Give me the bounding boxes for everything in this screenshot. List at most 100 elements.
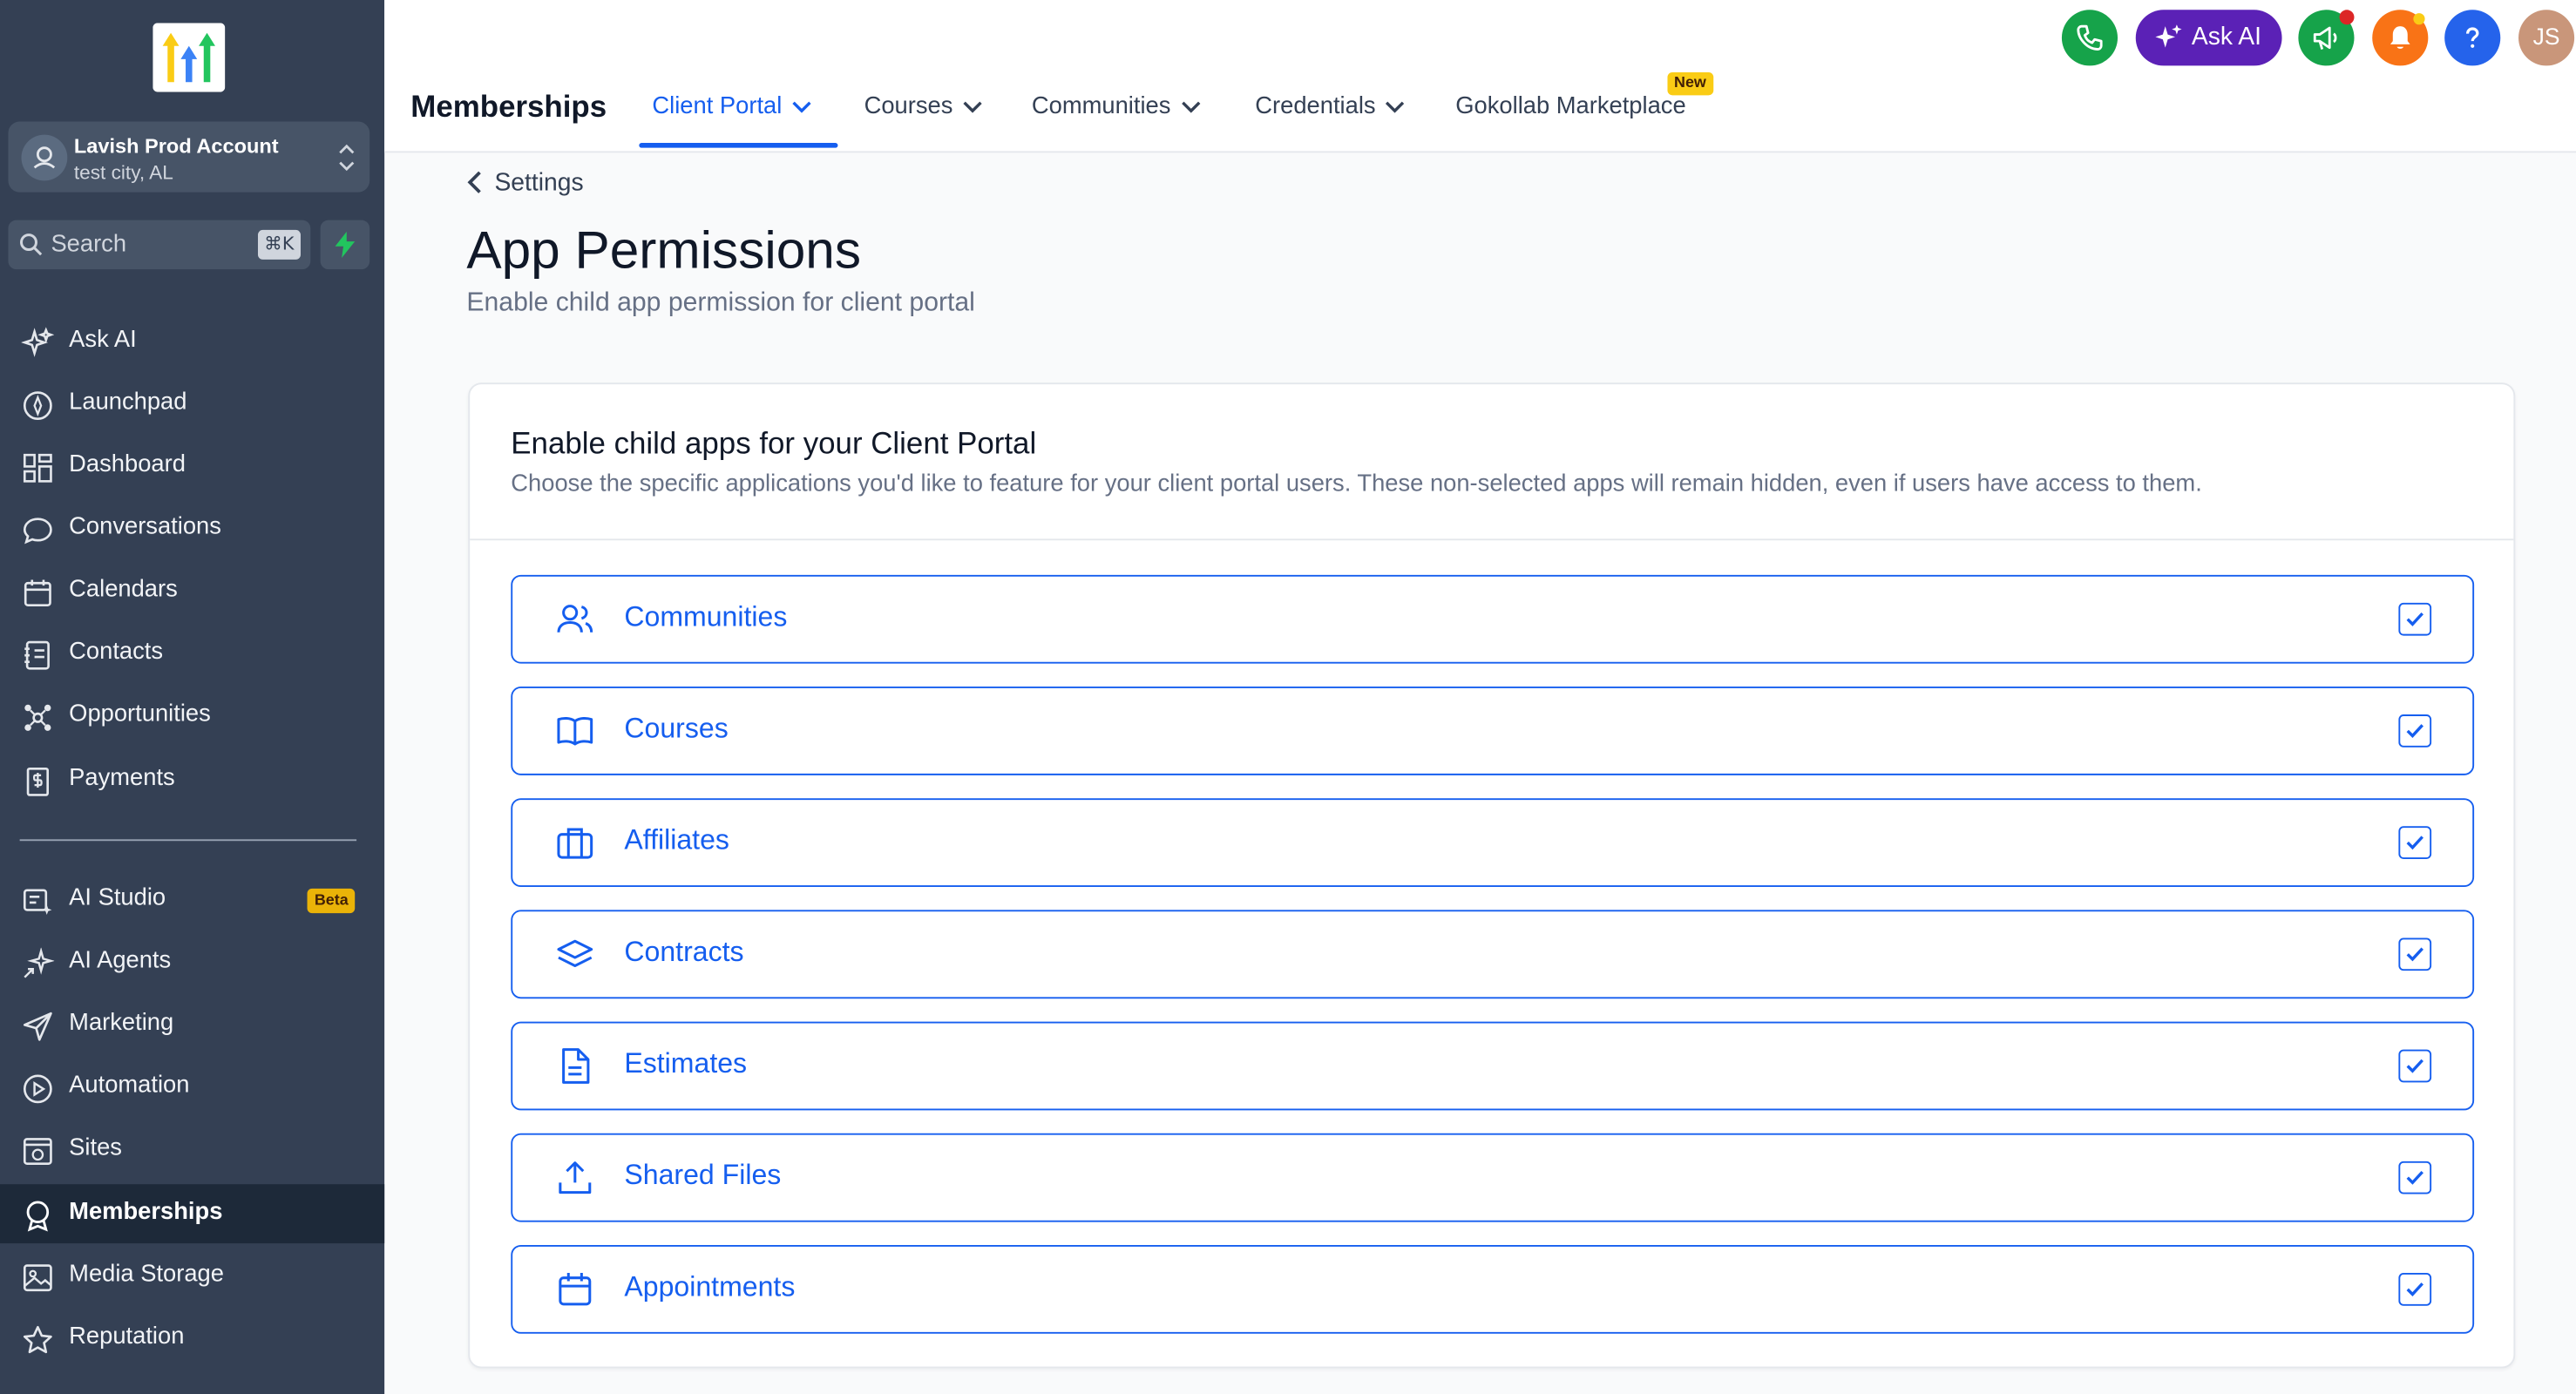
notification-dot	[2413, 13, 2425, 25]
chevron-updown-icon	[339, 144, 355, 172]
page-title: App Permissions	[466, 220, 862, 280]
app-row-appointments[interactable]: Appointments	[511, 1244, 2475, 1334]
sidebar-item-label: Payments	[69, 765, 175, 792]
chevron-down-icon	[963, 101, 982, 113]
account-name: Lavish Prod Account	[73, 134, 279, 158]
badge-icon	[26, 1201, 50, 1232]
check-icon	[2406, 1170, 2423, 1185]
sidebar-item-automation[interactable]: Automation	[0, 1058, 384, 1117]
app-label: Affiliates	[624, 824, 729, 856]
sidebar-item-label: Opportunities	[69, 700, 211, 728]
tab-credentials[interactable]: Credentials	[1255, 93, 1405, 126]
help-button[interactable]	[2444, 10, 2501, 66]
app-checkbox[interactable]	[2398, 714, 2432, 748]
child-apps-card: Enable child apps for your Client Portal…	[468, 382, 2516, 1369]
sidebar-search[interactable]: ⌘K	[8, 220, 311, 270]
sidebar-item-label: Dashboard	[69, 451, 186, 478]
tab-label: Communities	[1031, 93, 1171, 120]
search-input[interactable]	[51, 227, 248, 263]
star-icon	[23, 1325, 52, 1354]
quick-actions-button[interactable]	[320, 220, 370, 270]
app-checkbox[interactable]	[2398, 937, 2432, 971]
phone-icon	[2077, 24, 2103, 51]
check-icon	[2406, 612, 2423, 626]
sidebar-item-marketing[interactable]: Marketing	[0, 995, 384, 1054]
chat-icon	[23, 518, 52, 545]
layers-icon	[557, 939, 593, 968]
sidebar-divider	[19, 839, 357, 842]
sidebar-item-memberships[interactable]: Memberships	[0, 1184, 385, 1244]
check-icon	[2406, 724, 2423, 739]
app-checkbox[interactable]	[2398, 1049, 2432, 1083]
sidebar-item-label: Contacts	[69, 639, 164, 666]
help-icon	[2465, 27, 2479, 48]
lightning-icon	[335, 231, 356, 258]
sidebar-item-reputation[interactable]: Reputation	[0, 1309, 384, 1369]
app-label: Contracts	[624, 936, 744, 968]
app-checkbox[interactable]	[2398, 1273, 2432, 1306]
beta-badge: Beta	[308, 888, 356, 914]
company-logo[interactable]	[153, 23, 226, 92]
app-row-communities[interactable]: Communities	[511, 574, 2475, 664]
app-label: Courses	[624, 713, 729, 744]
card-title: Enable child apps for your Client Portal	[511, 425, 1037, 460]
sidebar-item-label: Conversations	[69, 514, 221, 541]
tab-courses[interactable]: Courses	[864, 93, 983, 126]
bell-icon	[2390, 26, 2410, 49]
sidebar-item-sites[interactable]: Sites	[0, 1120, 384, 1180]
sidebar-item-ask-ai[interactable]: Ask AI	[0, 312, 384, 371]
app-checkbox[interactable]	[2398, 826, 2432, 859]
check-icon	[2406, 947, 2423, 962]
sidebar-item-label: Media Storage	[69, 1261, 224, 1288]
tab-label: Courses	[864, 93, 953, 120]
image-icon	[23, 1264, 52, 1292]
app-row-estimates[interactable]: Estimates	[511, 1021, 2475, 1111]
app-label: Estimates	[624, 1047, 748, 1079]
app-row-shared-files[interactable]: Shared Files	[511, 1133, 2475, 1222]
check-icon	[2406, 1282, 2423, 1296]
app-checkbox[interactable]	[2398, 602, 2432, 636]
check-icon	[2406, 836, 2423, 850]
app-row-affiliates[interactable]: Affiliates	[511, 798, 2475, 888]
sidebar: Lavish Prod Account test city, AL ⌘K Ask…	[0, 0, 385, 1394]
tab-client-portal[interactable]: Client Portal	[652, 93, 811, 126]
sidebar-item-opportunities[interactable]: Opportunities	[0, 687, 384, 746]
sidebar-item-ai-studio[interactable]: AI Studio Beta	[0, 870, 384, 930]
sidebar-item-payments[interactable]: Payments	[0, 751, 384, 810]
sidebar-item-label: Calendars	[69, 576, 178, 603]
active-tab-indicator	[639, 143, 838, 148]
app-row-courses[interactable]: Courses	[511, 687, 2475, 775]
phone-button[interactable]	[2061, 10, 2118, 66]
sidebar-item-contacts[interactable]: Contacts	[0, 624, 384, 683]
page-subtitle: Enable child app permission for client p…	[466, 288, 975, 317]
tab-communities[interactable]: Communities	[1032, 93, 1200, 126]
avatar-initials: JS	[2532, 23, 2560, 50]
chevron-left-icon	[467, 171, 481, 193]
user-avatar[interactable]: JS	[2518, 10, 2575, 66]
chevron-down-icon	[1386, 101, 1405, 113]
app-label: Communities	[624, 600, 788, 633]
account-switcher[interactable]: Lavish Prod Account test city, AL	[8, 121, 370, 193]
page-section-title: Memberships	[410, 88, 607, 124]
tab-gokollab-marketplace[interactable]: Gokollab Marketplace	[1455, 93, 1685, 126]
search-shortcut: ⌘K	[257, 229, 301, 260]
automation-icon	[23, 1074, 52, 1104]
notification-dot	[2339, 10, 2355, 25]
card-description: Choose the specific applications you'd l…	[511, 471, 2202, 498]
sidebar-item-label: Memberships	[69, 1199, 223, 1226]
app-row-contracts[interactable]: Contracts	[511, 910, 2475, 999]
megaphone-icon	[2313, 26, 2337, 50]
sidebar-item-dashboard[interactable]: Dashboard	[0, 436, 384, 496]
sidebar-item-label: Sites	[69, 1134, 122, 1161]
ask-ai-button[interactable]: Ask AI	[2135, 10, 2282, 66]
location-icon	[21, 134, 68, 181]
sidebar-item-media-storage[interactable]: Media Storage	[0, 1247, 384, 1306]
sidebar-item-calendars[interactable]: Calendars	[0, 562, 384, 621]
check-icon	[2406, 1059, 2423, 1073]
sidebar-item-ai-agents[interactable]: AI Agents	[0, 933, 384, 992]
app-label: Appointments	[624, 1271, 796, 1303]
sidebar-item-launchpad[interactable]: Launchpad	[0, 375, 384, 434]
app-checkbox[interactable]	[2398, 1161, 2432, 1194]
sidebar-item-conversations[interactable]: Conversations	[0, 499, 384, 558]
calendar-icon	[559, 1273, 592, 1306]
